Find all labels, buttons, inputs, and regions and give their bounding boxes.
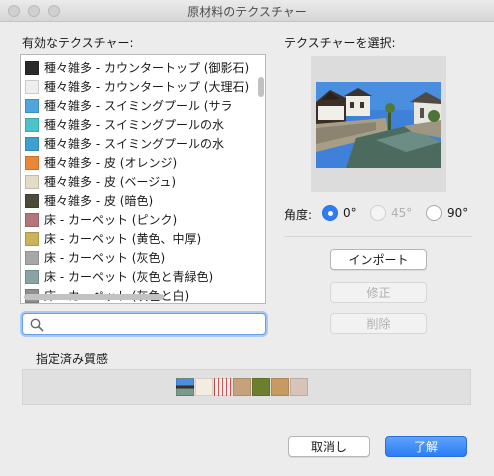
angle-radio-label: 45° [391,206,413,220]
texture-list-item-label: 種々雑多 - 皮 (暗色) [44,194,154,208]
texture-preview [311,56,446,192]
texture-list[interactable]: 床 - カーペット (灰色と白)床 - カーペット (灰色と青緑色)床 - カー… [20,54,266,304]
ok-button[interactable]: 了解 [385,436,467,457]
texture-swatch [25,136,39,151]
angle-radio[interactable] [426,205,442,221]
texture-list-item[interactable]: 種々雑多 - カウンタートップ (大理石) [21,77,257,96]
texture-list-item[interactable]: 種々雑多 - スイミングプール (サラ [21,96,257,115]
applied-texture-swatch[interactable] [176,378,194,396]
window-title: 原材料のテクスチャー [187,5,307,19]
applied-textures-panel [22,369,471,405]
texture-list-item[interactable]: 種々雑多 - スイミングプールの水 [21,134,257,153]
angle-radio[interactable] [322,205,338,221]
applied-texture-swatches [176,378,309,396]
available-textures-heading: 有効なテクスチャー: [22,36,134,50]
texture-list-item[interactable]: 種々雑多 - スイミングプールの水 [21,115,257,134]
right-panel-divider [284,236,472,237]
angle-radio-label: 0° [343,206,357,220]
texture-list-item[interactable]: 種々雑多 - 皮 (ベージュ) [21,172,257,191]
texture-swatch [25,79,39,94]
cancel-button[interactable]: 取消し [288,436,370,457]
applied-texture-swatch[interactable] [252,378,270,396]
texture-swatch [25,174,39,189]
texture-list-item-label: 種々雑多 - カウンタートップ (御影石) [44,61,250,75]
texture-list-item[interactable]: 床 - カーペット (灰色と青緑色) [21,267,257,286]
texture-swatch [25,155,39,170]
angle-radio [370,205,386,221]
texture-list-item-label: 種々雑多 - カウンタートップ (大理石) [44,80,250,94]
applied-texture-swatch[interactable] [271,378,289,396]
texture-list-horizontal-scrollbar[interactable] [24,294,164,300]
texture-list-item-label: 床 - カーペット (灰色) [44,251,166,265]
texture-swatch [25,250,39,265]
texture-list-vertical-scrollbar[interactable] [258,77,264,97]
search-icon [30,318,44,332]
texture-swatch [25,212,39,227]
texture-list-item-label: 種々雑多 - 皮 (ベージュ) [44,175,177,189]
texture-dialog: 原材料のテクスチャー 有効なテクスチャー: 床 - カーペット (灰色と白)床 … [0,0,494,476]
texture-swatch [25,231,39,246]
texture-list-item-label: 床 - カーペット (黄色、中厚) [44,232,202,246]
angle-label: 角度: [284,208,313,222]
applied-texture-swatch[interactable] [214,378,232,396]
texture-swatch [25,117,39,132]
angle-radio-label: 90° [447,206,469,220]
texture-list-item-label: 床 - カーペット (灰色と青緑色) [44,270,214,284]
texture-swatch [25,193,39,208]
texture-list-item[interactable]: 種々雑多 - 皮 (暗色) [21,191,257,210]
delete-button[interactable]: 削除 [330,313,427,334]
applied-texture-swatch[interactable] [233,378,251,396]
import-button[interactable]: インポート [330,249,427,270]
texture-list-item-label: 床 - カーペット (ピンク) [44,213,178,227]
texture-swatch [25,60,39,75]
applied-textures-heading: 指定済み質感 [36,352,109,366]
select-texture-heading: テクスチャーを選択: [284,36,396,50]
texture-list-item[interactable]: 種々雑多 - 皮 (オレンジ) [21,153,257,172]
texture-list-item-label: 種々雑多 - スイミングプール (サラ [44,99,233,113]
texture-swatch [25,269,39,284]
texture-search-field[interactable] [22,313,266,335]
modify-button[interactable]: 修正 [330,282,427,303]
texture-list-item[interactable]: 床 - カーペット (黄色、中厚) [21,229,257,248]
applied-texture-swatch[interactable] [290,378,308,396]
texture-list-item-label: 種々雑多 - スイミングプールの水 [44,118,224,132]
texture-list-item[interactable]: 床 - カーペット (灰色) [21,248,257,267]
texture-list-item[interactable]: 種々雑多 - カウンタートップ (御影石) [21,58,257,77]
applied-texture-swatch[interactable] [195,378,213,396]
texture-preview-image [316,82,441,168]
texture-list-item-label: 種々雑多 - スイミングプールの水 [44,137,224,151]
texture-list-item-label: 種々雑多 - 皮 (オレンジ) [44,156,178,170]
title-bar: 原材料のテクスチャー [0,0,494,22]
texture-list-item[interactable]: 床 - カーペット (ピンク) [21,210,257,229]
texture-swatch [25,98,39,113]
